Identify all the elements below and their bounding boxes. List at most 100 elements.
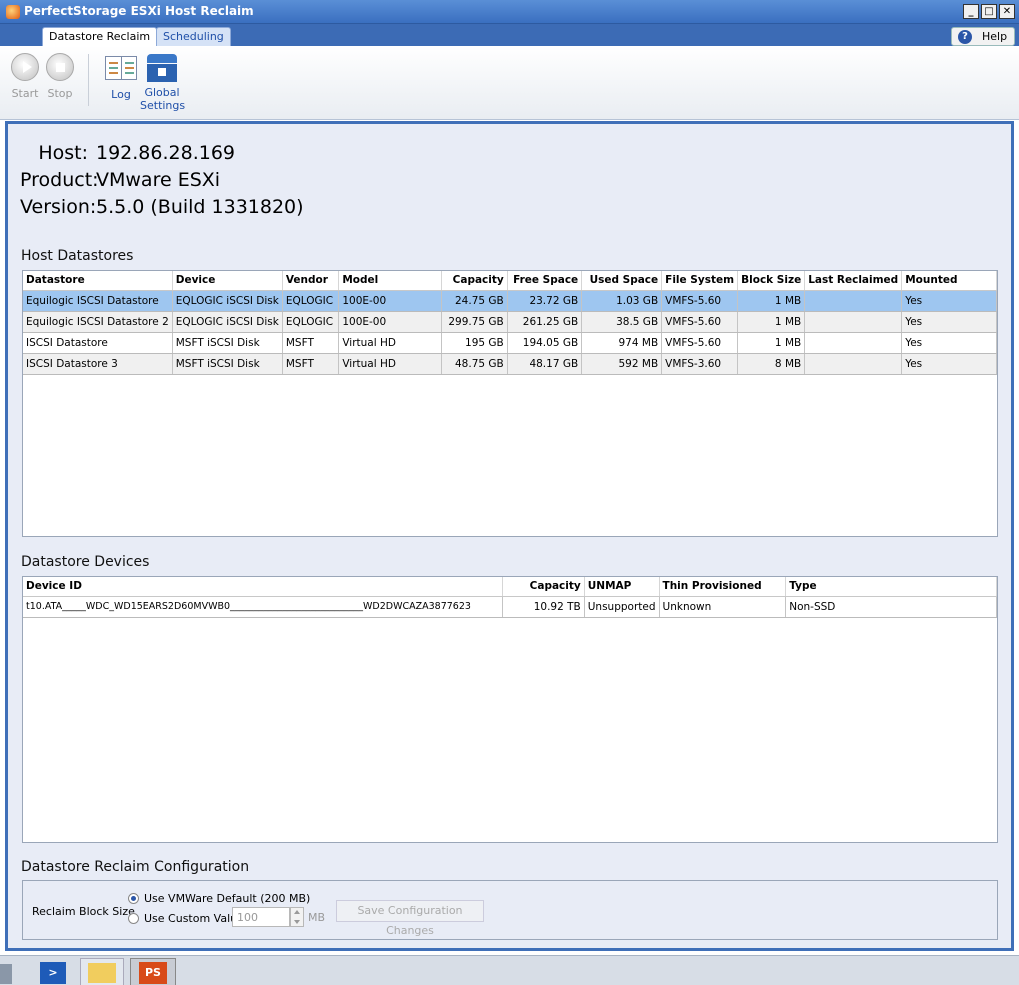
column-header[interactable]: Capacity — [502, 577, 585, 597]
column-header[interactable]: Mounted — [901, 271, 997, 291]
column-header[interactable]: Capacity — [441, 271, 508, 291]
default-radio[interactable] — [128, 893, 139, 904]
powershell-icon[interactable]: > — [38, 958, 68, 985]
table-cell: Virtual HD — [338, 332, 443, 354]
table-cell: VMFS-5.60 — [661, 332, 739, 354]
perfectstorage-taskbar-icon[interactable]: PS — [130, 958, 176, 985]
column-header[interactable]: UNMAP — [584, 577, 660, 597]
column-header[interactable]: Model — [338, 271, 443, 291]
taskbar: > PS — [0, 955, 1019, 985]
column-header[interactable]: Block Size — [737, 271, 806, 291]
log-label: Log — [111, 88, 131, 101]
table-cell: VMFS-5.60 — [661, 290, 739, 312]
table-cell: VMFS-3.60 — [661, 353, 739, 375]
host-info: Host: 192.86.28.169 Product: VMware ESXi V… — [20, 140, 304, 221]
default-option-label[interactable]: Use VMWare Default (200 MB) — [144, 892, 310, 905]
column-header[interactable]: Used Space — [581, 271, 663, 291]
custom-value-input[interactable]: 100 — [232, 907, 290, 927]
table-cell: 592 MB — [581, 353, 663, 375]
table-cell: EQLOGIC — [282, 311, 340, 333]
table-cell: 261.25 GB — [507, 311, 583, 333]
column-header[interactable]: Datastore — [23, 271, 173, 291]
table-cell: Yes — [901, 332, 997, 354]
table-cell: MSFT — [282, 332, 340, 354]
table-cell — [804, 353, 903, 375]
host-datastores-table: Datastore Device Vendor Model Capacity F… — [22, 270, 998, 537]
column-header[interactable]: Thin Provisioned — [659, 577, 787, 597]
save-config-button[interactable]: Save Configuration Changes — [336, 900, 484, 937]
table-cell: MSFT iSCSI Disk — [172, 332, 283, 354]
custom-option-label[interactable]: Use Custom Value — [144, 912, 244, 925]
reclaim-block-size-label: Reclaim Block Size — [32, 905, 135, 918]
table-cell: 299.75 GB — [441, 311, 508, 333]
column-header[interactable]: Device ID — [23, 577, 504, 597]
table-cell: VMFS-5.60 — [661, 311, 739, 333]
table-header: Device ID Capacity UNMAP Thin Provisione… — [23, 577, 997, 597]
table-cell: Equilogic ISCSI Datastore — [23, 290, 173, 312]
server-manager-icon[interactable] — [0, 958, 16, 985]
table-cell: 24.75 GB — [441, 290, 508, 312]
table-cell: Unknown — [659, 596, 787, 618]
column-header[interactable]: Device — [172, 271, 283, 291]
column-header[interactable]: Vendor — [282, 271, 340, 291]
window-title: PerfectStorage ESXi Host Reclaim — [24, 4, 254, 18]
table-cell: Yes — [901, 311, 997, 333]
column-header[interactable]: Free Space — [507, 271, 583, 291]
table-cell: 100E-00 — [338, 290, 443, 312]
table-cell: 10.92 TB — [502, 596, 585, 618]
start-label: Start — [11, 87, 39, 100]
table-cell: Non-SSD — [785, 596, 997, 618]
table-cell: 8 MB — [737, 353, 806, 375]
start-button[interactable]: Start — [10, 53, 40, 100]
table-cell: MSFT iSCSI Disk — [172, 353, 283, 375]
column-header[interactable]: Type — [785, 577, 997, 597]
table-cell: 974 MB — [581, 332, 663, 354]
maximize-button[interactable]: □ — [981, 4, 997, 19]
help-button[interactable]: ? Help — [951, 27, 1015, 46]
table-cell: 48.17 GB — [507, 353, 583, 375]
table-cell: ISCSI Datastore — [23, 332, 173, 354]
version-value: 5.5.0 (Build 1331820) — [96, 196, 304, 218]
help-label: Help — [982, 30, 1008, 43]
app-icon — [6, 5, 20, 19]
unit-label: MB — [308, 911, 326, 924]
host-datastores-title: Host Datastores — [21, 248, 134, 264]
tab-datastore-reclaim[interactable]: Datastore Reclaim — [42, 27, 158, 46]
table-row[interactable]: Equilogic ISCSI Datastore EQLOGIC iSCSI … — [23, 290, 997, 312]
table-cell: 195 GB — [441, 332, 508, 354]
column-header[interactable]: Last Reclaimed — [804, 271, 903, 291]
product-label: Product: — [20, 169, 99, 191]
table-cell — [804, 311, 903, 333]
table-cell — [804, 332, 903, 354]
stop-button[interactable]: Stop — [44, 53, 76, 100]
main-panel: Host: 192.86.28.169 Product: VMware ESXi V… — [5, 121, 1014, 951]
title-bar: PerfectStorage ESXi Host Reclaim _ □ ✕ — [0, 0, 1019, 24]
close-button[interactable]: ✕ — [999, 4, 1015, 19]
custom-value-spinner[interactable] — [290, 907, 304, 927]
log-button[interactable]: Log — [104, 54, 138, 101]
stop-label: Stop — [47, 87, 73, 100]
table-cell: 48.75 GB — [441, 353, 508, 375]
log-book-icon — [105, 56, 137, 80]
table-row[interactable]: Equilogic ISCSI Datastore 2 EQLOGIC iSCS… — [23, 311, 997, 333]
table-cell: 100E-00 — [338, 311, 443, 333]
table-cell: 1 MB — [737, 290, 806, 312]
minimize-button[interactable]: _ — [963, 4, 979, 19]
table-row[interactable]: ISCSI Datastore 3 MSFT iSCSI Disk MSFT V… — [23, 353, 997, 375]
table-cell: EQLOGIC iSCSI Disk — [172, 311, 283, 333]
column-header[interactable]: File System — [661, 271, 739, 291]
table-row[interactable]: ISCSI Datastore MSFT iSCSI Disk MSFT Vir… — [23, 332, 997, 354]
table-cell: ISCSI Datastore 3 — [23, 353, 173, 375]
table-cell: EQLOGIC iSCSI Disk — [172, 290, 283, 312]
table-row[interactable]: t10.ATA_____WDC_WD15EARS2D60MVWB0_______… — [23, 596, 997, 618]
explorer-icon[interactable] — [80, 958, 124, 985]
custom-radio[interactable] — [128, 913, 139, 924]
product-value: VMware ESXi — [96, 169, 221, 191]
table-header: Datastore Device Vendor Model Capacity F… — [23, 271, 997, 291]
datastore-devices-table: Device ID Capacity UNMAP Thin Provisione… — [22, 576, 998, 843]
global-settings-button[interactable]: Global Settings — [140, 54, 185, 112]
global-settings-label-1: Global — [144, 86, 180, 99]
datastore-devices-title: Datastore Devices — [21, 554, 150, 570]
host-label: Host: — [38, 142, 88, 164]
tab-scheduling[interactable]: Scheduling — [156, 27, 231, 46]
